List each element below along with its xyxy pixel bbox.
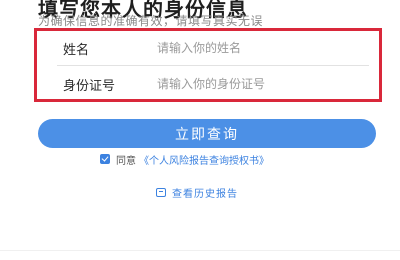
name-input[interactable]: [157, 37, 367, 59]
query-now-button[interactable]: 立即查询: [38, 119, 376, 148]
identity-form: 姓名 身份证号: [34, 28, 382, 102]
id-row: 身份证号: [37, 67, 379, 101]
page-subtitle: 为确保信息的准确有效，请填写真实无误: [38, 14, 264, 28]
id-number-input[interactable]: [157, 73, 367, 95]
id-number-label: 身份证号: [63, 78, 116, 94]
name-row: 姓名: [37, 31, 379, 65]
form-divider: [57, 65, 369, 66]
view-history-link[interactable]: 查看历史报告: [156, 185, 238, 200]
view-history-label: 查看历史报告: [172, 188, 238, 200]
agreement-row: 同意 《个人风险报告查询授权书》: [100, 152, 269, 167]
name-label: 姓名: [63, 42, 90, 58]
agreement-prefix: 同意: [116, 155, 136, 167]
authorization-link[interactable]: 《个人风险报告查询授权书》: [139, 152, 269, 167]
bottom-divider: [0, 250, 400, 251]
agreement-checkbox[interactable]: [100, 154, 110, 164]
document-icon: [156, 187, 166, 197]
